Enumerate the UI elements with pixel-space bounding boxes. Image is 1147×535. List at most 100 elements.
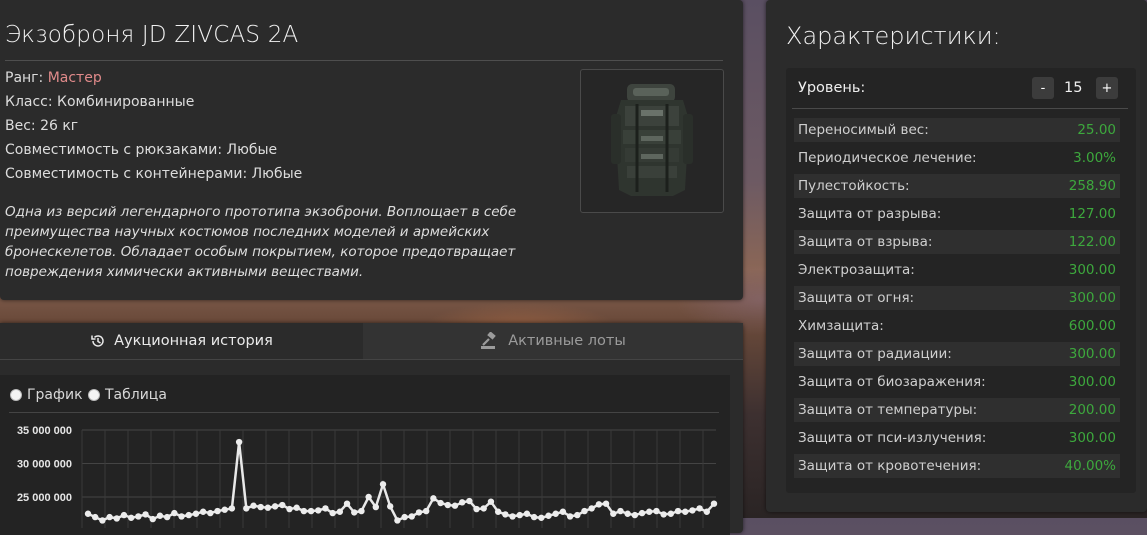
- price-point[interactable]: [113, 515, 120, 522]
- price-point[interactable]: [156, 512, 164, 519]
- price-point[interactable]: [480, 505, 487, 512]
- price-point[interactable]: [466, 497, 473, 505]
- price-point[interactable]: [243, 505, 250, 512]
- stat-value: 3.00%: [1073, 150, 1116, 166]
- price-point[interactable]: [487, 498, 495, 505]
- price-point[interactable]: [322, 505, 329, 512]
- price-point[interactable]: [228, 505, 236, 512]
- price-point[interactable]: [185, 511, 192, 519]
- price-point[interactable]: [401, 513, 408, 521]
- price-point[interactable]: [387, 503, 394, 510]
- price-point[interactable]: [631, 511, 639, 519]
- price-point[interactable]: [279, 501, 286, 509]
- price-point[interactable]: [336, 508, 344, 515]
- chart-divider: [9, 412, 719, 413]
- price-point[interactable]: [682, 508, 689, 515]
- price-point[interactable]: [552, 510, 559, 517]
- view-option-chart[interactable]: График: [10, 387, 83, 403]
- tab-auction-history-label: Аукционная история: [114, 333, 273, 349]
- price-point[interactable]: [293, 504, 300, 511]
- level-decrease-button[interactable]: -: [1032, 77, 1054, 99]
- price-point[interactable]: [696, 505, 703, 512]
- price-point[interactable]: [646, 508, 653, 515]
- tab-auction-history[interactable]: Аукционная история: [0, 323, 363, 359]
- price-point[interactable]: [135, 513, 142, 520]
- price-point[interactable]: [351, 509, 358, 516]
- price-point[interactable]: [422, 507, 430, 515]
- price-point[interactable]: [379, 481, 387, 488]
- radio-chart[interactable]: [10, 389, 22, 401]
- price-point[interactable]: [365, 493, 372, 501]
- price-point[interactable]: [264, 504, 272, 511]
- price-point[interactable]: [610, 510, 617, 517]
- price-point[interactable]: [178, 513, 185, 520]
- price-point[interactable]: [660, 511, 667, 518]
- price-point[interactable]: [516, 511, 523, 519]
- price-point[interactable]: [207, 509, 214, 517]
- tab-active-lots[interactable]: Активные лоты: [363, 323, 743, 359]
- price-point[interactable]: [689, 507, 696, 514]
- price-point[interactable]: [372, 503, 380, 511]
- price-point[interactable]: [142, 511, 149, 518]
- view-option-table[interactable]: Таблица: [88, 387, 167, 403]
- price-point[interactable]: [703, 508, 711, 515]
- price-point[interactable]: [617, 507, 624, 515]
- price-point[interactable]: [99, 517, 106, 524]
- price-point[interactable]: [530, 513, 538, 521]
- price-point[interactable]: [120, 511, 128, 519]
- price-point[interactable]: [667, 510, 675, 517]
- price-point[interactable]: [430, 495, 437, 502]
- price-point[interactable]: [494, 508, 502, 515]
- price-point[interactable]: [473, 505, 480, 513]
- price-point[interactable]: [394, 517, 401, 524]
- price-point[interactable]: [451, 502, 459, 509]
- price-point[interactable]: [581, 507, 588, 515]
- price-point[interactable]: [307, 507, 315, 515]
- level-increase-button[interactable]: +: [1096, 77, 1118, 99]
- price-point[interactable]: [149, 515, 156, 523]
- price-point[interactable]: [559, 508, 567, 515]
- price-point[interactable]: [300, 507, 308, 515]
- price-point[interactable]: [595, 501, 603, 508]
- price-point[interactable]: [545, 512, 552, 519]
- price-point[interactable]: [674, 507, 682, 515]
- price-point[interactable]: [653, 507, 660, 515]
- price-point[interactable]: [214, 507, 221, 515]
- price-point[interactable]: [235, 438, 243, 446]
- price-point[interactable]: [329, 509, 336, 517]
- price-point[interactable]: [221, 506, 228, 513]
- price-point[interactable]: [315, 507, 322, 514]
- stats-panel: Характеристики: Уровень: - 15 + Переноси…: [766, 0, 1147, 512]
- price-point[interactable]: [199, 508, 207, 515]
- price-point[interactable]: [106, 513, 113, 521]
- price-point[interactable]: [250, 502, 257, 509]
- price-point[interactable]: [171, 509, 178, 517]
- item-image: [580, 69, 724, 213]
- price-point[interactable]: [91, 513, 99, 521]
- price-point[interactable]: [437, 499, 444, 507]
- radio-table[interactable]: [88, 389, 100, 401]
- price-point[interactable]: [458, 499, 466, 506]
- tab-active-lots-label: Активные лоты: [508, 333, 626, 349]
- price-point[interactable]: [358, 507, 365, 515]
- price-point[interactable]: [286, 505, 293, 513]
- price-point[interactable]: [257, 503, 264, 511]
- price-point[interactable]: [502, 511, 509, 518]
- price-point[interactable]: [84, 510, 92, 517]
- price-point[interactable]: [509, 513, 516, 520]
- price-point[interactable]: [523, 510, 531, 517]
- price-point[interactable]: [343, 500, 351, 507]
- price-point[interactable]: [444, 501, 451, 509]
- price-point[interactable]: [638, 509, 646, 517]
- price-point[interactable]: [710, 500, 718, 507]
- price-point[interactable]: [163, 513, 171, 521]
- price-point[interactable]: [624, 510, 631, 517]
- price-point[interactable]: [192, 510, 200, 517]
- price-point[interactable]: [415, 509, 423, 516]
- price-point[interactable]: [574, 511, 581, 519]
- price-point[interactable]: [408, 513, 415, 520]
- price-point[interactable]: [588, 505, 595, 512]
- price-point[interactable]: [271, 503, 279, 510]
- price-point[interactable]: [602, 500, 610, 507]
- price-point[interactable]: [566, 513, 574, 520]
